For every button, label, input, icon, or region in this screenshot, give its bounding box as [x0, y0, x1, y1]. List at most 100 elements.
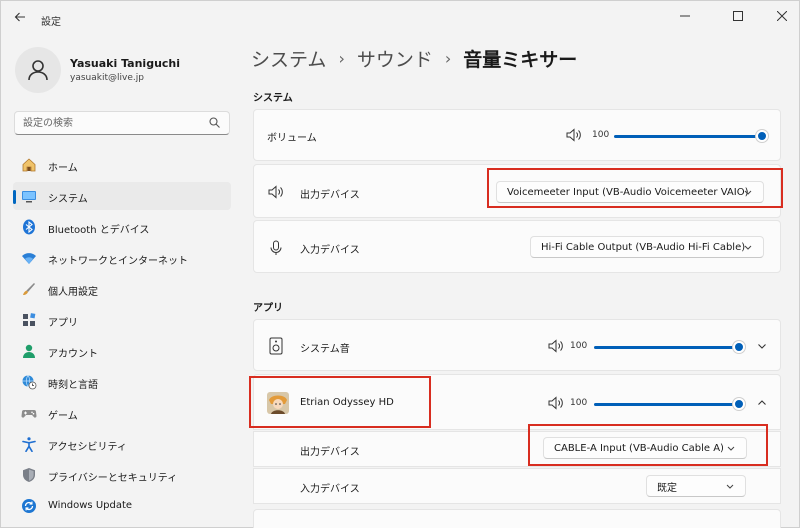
app-name-label: Etrian Odyssey HD — [300, 397, 394, 408]
maximize-icon — [733, 11, 743, 21]
sidebar-item-label: ゲーム — [48, 411, 78, 422]
app-input-device-dropdown[interactable]: 既定 — [646, 475, 746, 497]
system-sounds-slider-thumb[interactable] — [733, 341, 745, 353]
maximize-button[interactable] — [725, 3, 751, 29]
speaker-icon — [268, 185, 284, 199]
breadcrumb-system[interactable]: システム — [251, 45, 326, 72]
user-profile[interactable]: Yasuaki Taniguchi yasuakit@live.jp — [15, 47, 235, 93]
output-device-label: 出力デバイス — [300, 190, 360, 201]
user-name: Yasuaki Taniguchi — [70, 57, 181, 70]
section-title-system: システム — [253, 93, 293, 104]
chevron-down-icon — [726, 443, 736, 453]
app-volume-slider-track[interactable] — [594, 403, 740, 406]
app-output-device-label: 出力デバイス — [300, 447, 360, 458]
back-button[interactable] — [11, 9, 29, 27]
volume-value: 100 — [592, 130, 610, 140]
sidebar-item-label: ネットワークとインターネット — [48, 256, 188, 267]
sidebar-item-personalization[interactable]: 個人用設定 — [13, 275, 231, 303]
user-email: yasuakit@live.jp — [70, 73, 144, 83]
avatar — [15, 47, 61, 93]
output-device-card: 出力デバイス Voicemeeter Input (VB-Audio Voice… — [253, 164, 781, 218]
speaker-icon[interactable] — [566, 128, 582, 142]
minimize-icon — [680, 15, 690, 17]
chevron-up-icon[interactable] — [755, 396, 769, 410]
minimize-button[interactable] — [663, 3, 707, 29]
sidebar-item-label: 個人用設定 — [48, 287, 98, 298]
wifi-icon — [21, 250, 37, 266]
breadcrumb: システム › サウンド › 音量ミキサー — [251, 45, 577, 72]
app-input-device-label: 入力デバイス — [300, 484, 360, 495]
page-title: 音量ミキサー — [463, 49, 578, 71]
system-sounds-card: システム音 100 — [253, 319, 781, 371]
app-output-device-value: CABLE-A Input (VB-Audio Cable A) — [554, 442, 724, 454]
globe-clock-icon — [21, 374, 37, 390]
speaker-box-icon — [269, 337, 283, 355]
sidebar-item-home[interactable]: ホーム — [13, 151, 231, 179]
sidebar-item-label: Windows Update — [48, 500, 133, 511]
speaker-icon[interactable] — [548, 339, 564, 353]
sidebar-item-network[interactable]: ネットワークとインターネット — [13, 244, 231, 272]
next-app-card — [253, 509, 781, 528]
shield-icon — [21, 467, 37, 483]
chevron-down-icon — [743, 187, 753, 197]
back-arrow-icon — [14, 11, 26, 26]
sidebar-item-apps[interactable]: アプリ — [13, 306, 231, 334]
app-etrian-odyssey-card: Etrian Odyssey HD 100 — [253, 374, 781, 430]
sidebar-item-time-language[interactable]: 時刻と言語 — [13, 368, 231, 396]
breadcrumb-sound[interactable]: サウンド — [357, 45, 433, 72]
bluetooth-icon — [21, 219, 37, 235]
close-icon — [777, 11, 787, 21]
app-input-device-value: 既定 — [657, 482, 677, 494]
sidebar-item-label: システム — [48, 194, 88, 205]
home-icon — [21, 157, 37, 173]
sidebar-item-accounts[interactable]: アカウント — [13, 337, 231, 365]
chevron-down-icon — [743, 242, 753, 252]
brush-icon — [21, 281, 37, 297]
sidebar-item-windows-update[interactable]: Windows Update — [13, 492, 231, 520]
system-sounds-label: システム音 — [300, 344, 350, 355]
sidebar-nav: ホーム システム Bluetooth とデバイス ネットワークとインターネット … — [13, 151, 231, 523]
sidebar-item-privacy[interactable]: プライバシーとセキュリティ — [13, 461, 231, 489]
sidebar-item-bluetooth[interactable]: Bluetooth とデバイス — [13, 213, 231, 241]
chevron-down-icon[interactable] — [755, 339, 769, 353]
input-device-card: 入力デバイス Hi-Fi Cable Output (VB-Audio Hi-F… — [253, 220, 781, 273]
title-bar: 設定 — [1, 1, 800, 37]
app-icon — [267, 392, 289, 414]
sidebar-item-label: アカウント — [48, 349, 98, 360]
volume-card: ボリューム 100 — [253, 109, 781, 161]
input-device-label: 入力デバイス — [300, 245, 360, 256]
sidebar-item-label: 時刻と言語 — [48, 380, 98, 391]
update-icon — [21, 498, 37, 514]
system-sounds-slider-track[interactable] — [594, 346, 740, 349]
sidebar-item-system[interactable]: システム — [13, 182, 231, 210]
settings-window: 設定 Yasuaki Taniguchi yasuakit@live.jp 設定… — [0, 0, 800, 528]
sidebar-item-label: Bluetooth とデバイス — [48, 225, 150, 236]
volume-label: ボリューム — [267, 133, 317, 144]
microphone-icon — [269, 240, 285, 255]
output-device-dropdown[interactable]: Voicemeeter Input (VB-Audio Voicemeeter … — [496, 181, 764, 203]
search-box[interactable] — [14, 111, 230, 135]
sidebar-item-label: アプリ — [48, 318, 78, 329]
sidebar-item-label: プライバシーとセキュリティ — [48, 473, 178, 484]
account-icon — [21, 343, 37, 359]
section-title-apps: アプリ — [253, 303, 283, 314]
app-title: 設定 — [41, 17, 61, 28]
input-device-dropdown[interactable]: Hi-Fi Cable Output (VB-Audio Hi-Fi Cable… — [530, 236, 764, 258]
breadcrumb-separator: › — [444, 49, 452, 68]
sidebar-item-label: アクセシビリティ — [48, 442, 127, 453]
system-sounds-volume-value: 100 — [570, 341, 588, 351]
input-device-value: Hi-Fi Cable Output (VB-Audio Hi-Fi Cable… — [541, 241, 746, 253]
sidebar-item-gaming[interactable]: ゲーム — [13, 399, 231, 427]
breadcrumb-separator: › — [338, 49, 345, 68]
app-volume-slider-thumb[interactable] — [733, 398, 745, 410]
close-button[interactable] — [769, 3, 795, 29]
sidebar-item-accessibility[interactable]: アクセシビリティ — [13, 430, 231, 458]
system-icon — [21, 188, 37, 204]
app-volume-value: 100 — [570, 398, 588, 408]
search-input[interactable] — [23, 116, 203, 131]
volume-slider-track[interactable] — [614, 135, 764, 138]
app-output-device-dropdown[interactable]: CABLE-A Input (VB-Audio Cable A) — [543, 437, 747, 459]
speaker-icon[interactable] — [548, 396, 564, 410]
apps-icon — [21, 312, 37, 328]
volume-slider-thumb[interactable] — [756, 130, 768, 142]
